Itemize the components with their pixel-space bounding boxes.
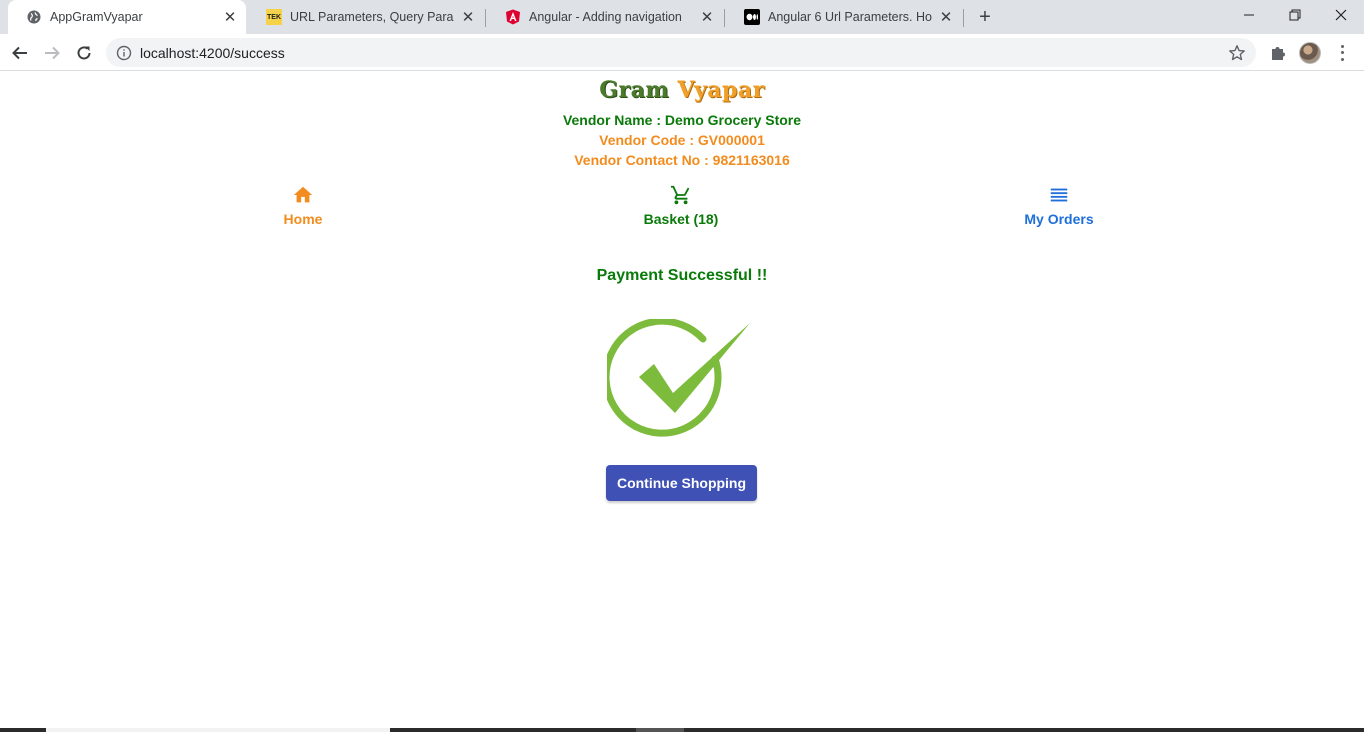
nav-home-label: Home	[283, 211, 323, 227]
close-window-button[interactable]	[1318, 0, 1364, 30]
tab-strip: AppGramVyapar ✕ TEK URL Parameters, Quer…	[0, 0, 1364, 34]
tab-appgramvyapar[interactable]: AppGramVyapar ✕	[8, 0, 246, 34]
taskbar-strip	[0, 728, 1364, 732]
tab-divider	[724, 9, 725, 27]
url-text: localhost:4200/success	[140, 44, 285, 61]
nav-basket[interactable]: Basket (18)	[601, 183, 761, 233]
new-tab-button[interactable]: +	[974, 6, 996, 28]
angular-icon	[505, 9, 521, 25]
shopping-cart-icon	[669, 183, 693, 207]
tab-title: URL Parameters, Query Paramete	[290, 10, 454, 24]
tab-divider	[485, 9, 486, 27]
payment-status-title: Payment Successful !!	[596, 267, 768, 284]
vendor-contact: Vendor Contact No : 9821163016	[574, 152, 790, 168]
list-menu-icon	[1047, 183, 1071, 207]
continue-shopping-button[interactable]: Continue Shopping	[606, 465, 757, 501]
nav-home[interactable]: Home	[223, 183, 383, 233]
browser-menu-icon[interactable]	[1334, 43, 1350, 63]
bookmark-star-icon[interactable]	[1228, 44, 1246, 62]
extensions-puzzle-icon[interactable]	[1268, 43, 1288, 63]
tab-url-parameters[interactable]: TEK URL Parameters, Query Paramete ✕	[248, 0, 484, 34]
minimize-button[interactable]	[1226, 0, 1272, 30]
tek-icon: TEK	[266, 9, 282, 25]
tab-angular-navigation[interactable]: Angular - Adding navigation ✕	[487, 0, 723, 34]
page-content: Gram Vyapar Vendor Name : Demo Grocery S…	[0, 71, 1364, 728]
forward-button[interactable]	[38, 39, 66, 67]
svg-text:TEK: TEK	[267, 14, 281, 21]
nav-my-orders-label: My Orders	[1024, 211, 1094, 227]
close-tab-icon[interactable]: ✕	[458, 7, 478, 27]
close-tab-icon[interactable]: ✕	[220, 7, 240, 27]
reload-button[interactable]	[70, 39, 98, 67]
gram-vyapar-logo: Gram Vyapar	[0, 77, 1364, 103]
tab-divider	[963, 9, 964, 27]
tab-angular-url-params[interactable]: Angular 6 Url Parameters. How to ✕	[726, 0, 962, 34]
browser-toolbar: localhost:4200/success	[0, 34, 1364, 71]
tab-title: AppGramVyapar	[50, 10, 143, 24]
vendor-name: Vendor Name : Demo Grocery Store	[562, 112, 802, 128]
tab-title: Angular - Adding navigation	[529, 10, 682, 24]
tab-title: Angular 6 Url Parameters. How to	[768, 10, 932, 24]
home-icon	[291, 183, 315, 207]
info-icon[interactable]	[116, 45, 132, 61]
logo-gram: Gram	[599, 77, 670, 103]
back-button[interactable]	[6, 39, 34, 67]
taskbar-segment	[636, 728, 684, 732]
close-tab-icon[interactable]: ✕	[697, 7, 717, 27]
globe-icon	[26, 9, 42, 25]
logo-vyapar: Vyapar	[677, 77, 765, 103]
vendor-code: Vendor Code : GV000001	[599, 132, 765, 148]
close-tab-icon[interactable]: ✕	[936, 7, 956, 27]
restore-button[interactable]	[1272, 0, 1318, 30]
profile-avatar[interactable]	[1299, 42, 1321, 64]
taskbar-segment	[46, 728, 390, 732]
address-bar[interactable]: localhost:4200/success	[106, 38, 1256, 67]
nav-my-orders[interactable]: My Orders	[979, 183, 1139, 233]
success-checkmark-icon	[602, 317, 755, 445]
nav-basket-label: Basket (18)	[643, 211, 719, 227]
medium-icon	[744, 9, 760, 25]
